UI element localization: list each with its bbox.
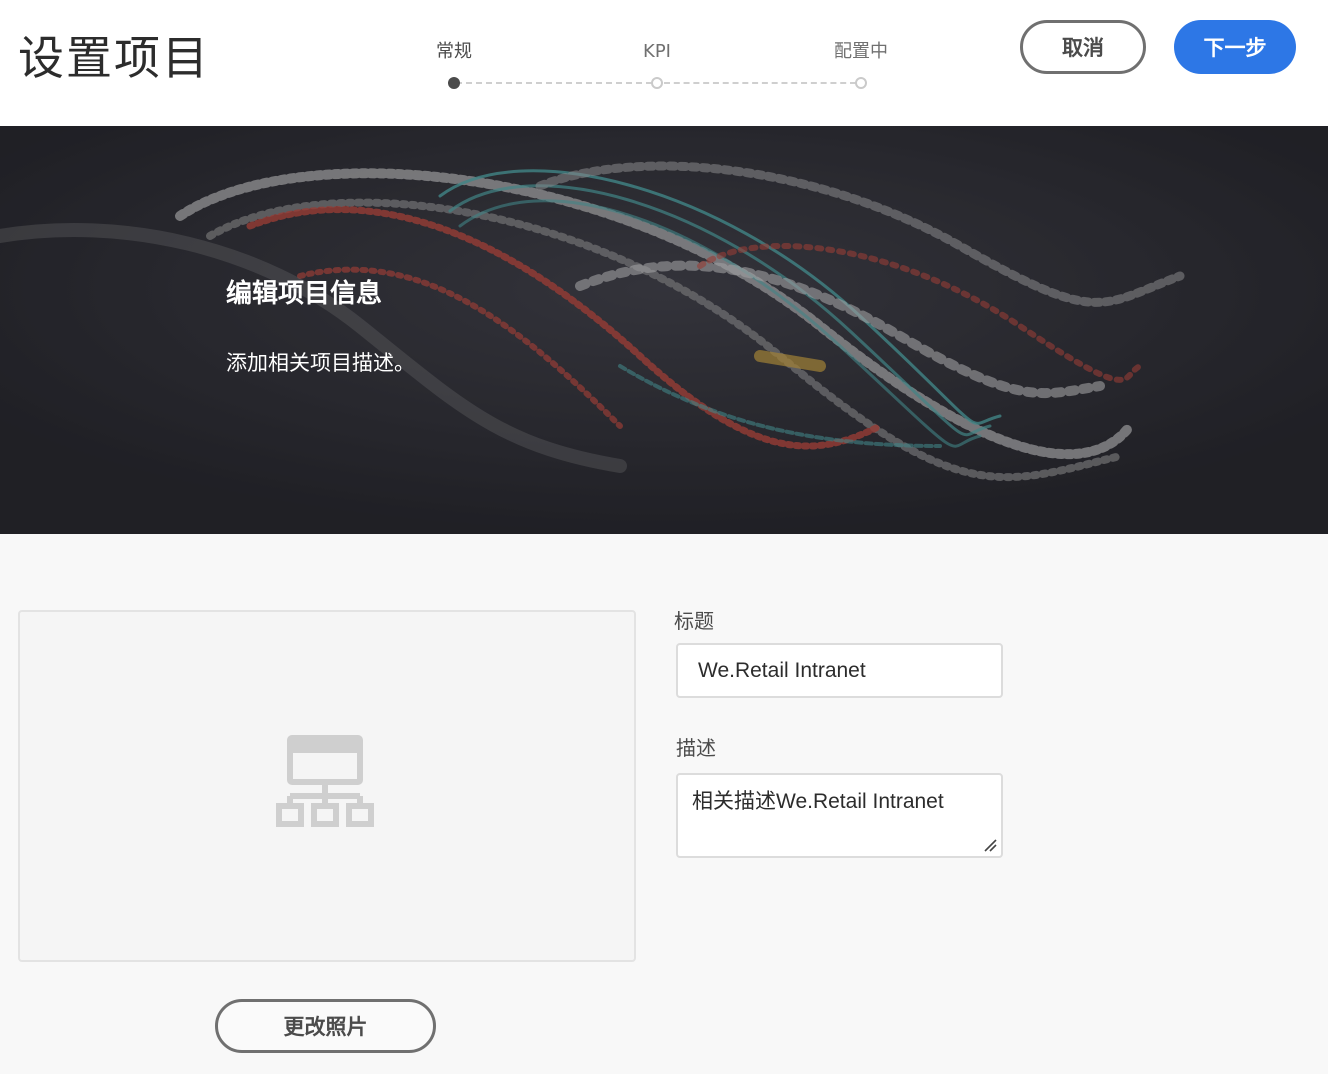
step-connector [664,82,856,84]
hero-subtitle: 添加相关项目描述。 [226,351,415,375]
hero-overlay [0,126,1328,534]
wizard-stepper: 常规 KPI 配置中 [400,38,920,98]
project-thumbnail [18,610,636,962]
header: 设置项目 常规 KPI 配置中 取消 下一步 [0,0,1328,126]
description-text: 相关描述We.Retail Intranet [692,790,944,813]
title-input[interactable]: We.Retail Intranet [676,643,1003,698]
step-dot-kpi [651,77,663,89]
change-photo-button[interactable]: 更改照片 [215,999,436,1053]
step-connector [456,82,652,84]
hero-banner: 编辑项目信息 添加相关项目描述。 [0,126,1328,534]
step-dot-general [448,77,460,89]
page-title: 设置项目 [18,31,210,85]
resize-handle-icon[interactable] [983,838,997,852]
step-label-general: 常规 [436,41,472,62]
cancel-button[interactable]: 取消 [1020,20,1146,74]
description-label: 描述 [676,736,716,760]
title-label: 标题 [674,609,714,633]
step-label-configuring: 配置中 [834,41,888,62]
description-textarea[interactable]: 相关描述We.Retail Intranet [676,773,1003,858]
step-dot-configuring [855,77,867,89]
site-structure-icon [276,735,374,827]
next-button[interactable]: 下一步 [1174,20,1296,74]
step-label-kpi: KPI [643,41,671,62]
hero-title: 编辑项目信息 [226,279,383,309]
